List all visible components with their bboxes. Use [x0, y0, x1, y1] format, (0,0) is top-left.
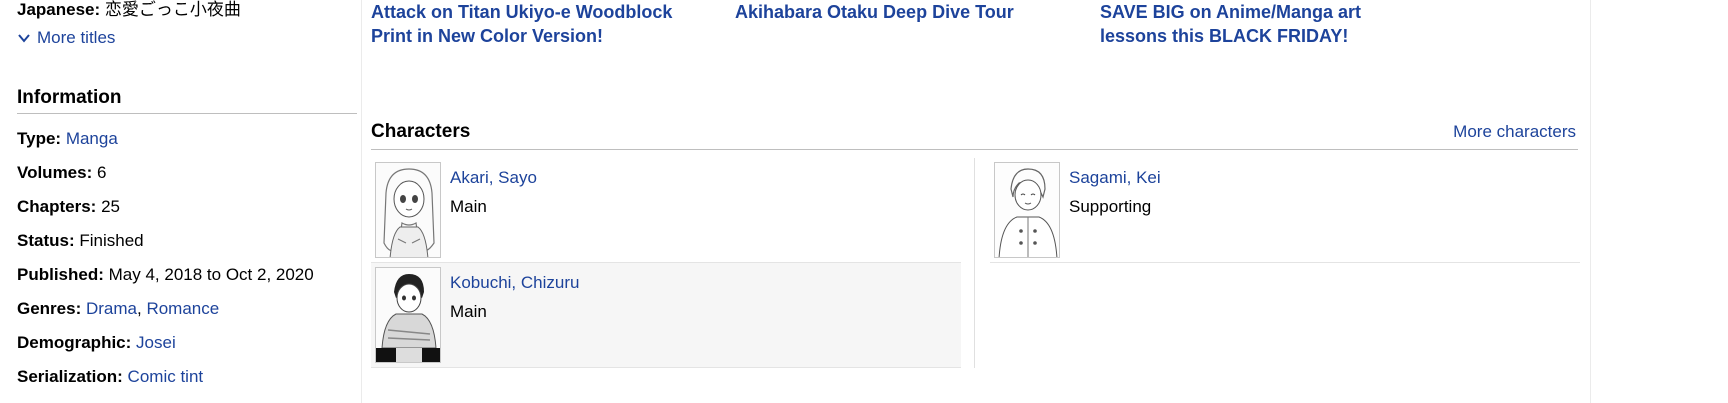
- character-name-link[interactable]: Akari, Sayo: [450, 167, 537, 189]
- genre-link-drama[interactable]: Drama: [86, 299, 137, 318]
- info-label: Type:: [17, 129, 62, 148]
- character-thumbnail-sagami[interactable]: [994, 162, 1060, 258]
- character-name-link[interactable]: Kobuchi, Chizuru: [450, 272, 579, 294]
- information-list: Type: Manga Volumes: 6 Chapters: 25 Stat…: [17, 128, 362, 400]
- character-thumbnail-akari[interactable]: [375, 162, 441, 258]
- info-label: Serialization:: [17, 367, 123, 386]
- info-type: Type: Manga: [17, 128, 362, 162]
- character-thumbnail-kobuchi[interactable]: [375, 267, 441, 363]
- alt-title-label: Japanese:: [17, 0, 101, 19]
- characters-heading: Characters: [371, 121, 471, 142]
- info-label: Chapters:: [17, 197, 97, 216]
- characters-column-right: Sagami, Kei Supporting: [990, 158, 1580, 263]
- character-role: Main: [450, 302, 487, 321]
- main-content: Attack on Titan Ukiyo-e Woodblock Print …: [363, 0, 1590, 403]
- character-row: Sagami, Kei Supporting: [990, 158, 1580, 263]
- type-link[interactable]: Manga: [66, 129, 118, 148]
- info-volumes: Volumes: 6: [17, 162, 362, 196]
- info-label: Volumes:: [17, 163, 93, 182]
- info-published: Published: May 4, 2018 to Oct 2, 2020: [17, 264, 362, 298]
- serialization-link[interactable]: Comic tint: [128, 367, 204, 386]
- character-name-link[interactable]: Sagami, Kei: [1069, 167, 1161, 189]
- info-status: Status: Finished: [17, 230, 362, 264]
- info-serialization: Serialization: Comic tint: [17, 366, 362, 400]
- info-chapters: Chapters: 25: [17, 196, 362, 230]
- promo-link-akihabara-tour[interactable]: Akihabara Otaku Deep Dive Tour: [735, 0, 1065, 24]
- info-label: Published:: [17, 265, 104, 284]
- left-sidebar: Japanese: 恋愛ごっこ小夜曲 More titles Informati…: [0, 0, 362, 403]
- info-genres: Genres: Drama, Romance: [17, 298, 362, 332]
- characters-section-header: Characters More characters: [371, 120, 1578, 150]
- info-label: Demographic:: [17, 333, 132, 352]
- info-label: Genres:: [17, 299, 82, 318]
- more-titles-label[interactable]: More titles: [37, 27, 115, 49]
- more-characters-link[interactable]: More characters: [1453, 121, 1576, 143]
- chevron-down-icon: [18, 34, 30, 43]
- promo-link-ukiyo-e[interactable]: Attack on Titan Ukiyo-e Woodblock Print …: [371, 0, 701, 48]
- character-row: Akari, Sayo Main: [371, 158, 961, 263]
- information-heading: Information: [17, 86, 357, 114]
- alt-title-value: 恋愛ごっこ小夜曲: [104, 0, 241, 19]
- character-role: Main: [450, 197, 487, 216]
- info-value: 6: [97, 163, 107, 182]
- info-value: Finished: [79, 231, 144, 250]
- column-divider: [974, 158, 975, 368]
- info-value: 25: [101, 197, 121, 216]
- character-portrait-image: [376, 163, 440, 257]
- character-portrait-image: [376, 268, 440, 362]
- info-demographic: Demographic: Josei: [17, 332, 362, 366]
- info-label: Status:: [17, 231, 75, 250]
- character-portrait-image: [995, 163, 1059, 257]
- character-row: Kobuchi, Chizuru Main: [371, 263, 961, 368]
- characters-column-left: Akari, Sayo Main Kobuchi, Chizuru Main: [371, 158, 961, 368]
- demographic-link[interactable]: Josei: [136, 333, 176, 352]
- info-value: May 4, 2018 to Oct 2, 2020: [108, 265, 314, 284]
- genre-link-romance[interactable]: Romance: [146, 299, 219, 318]
- character-role: Supporting: [1069, 197, 1152, 216]
- content-right-border: [1590, 0, 1591, 403]
- promo-link-black-friday[interactable]: SAVE BIG on Anime/Manga art lessons this…: [1100, 0, 1430, 48]
- more-titles-toggle[interactable]: More titles: [17, 27, 115, 49]
- alt-title-japanese: Japanese: 恋愛ごっこ小夜曲: [17, 0, 241, 20]
